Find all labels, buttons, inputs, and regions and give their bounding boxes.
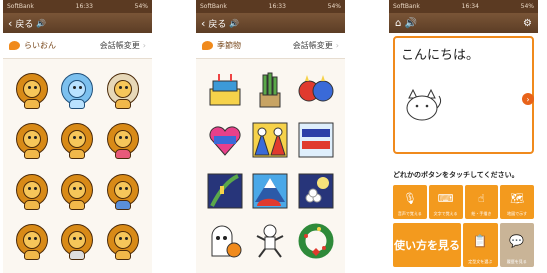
speaker-icon[interactable]: 🔊 <box>36 19 46 28</box>
home-icon[interactable]: ⌂ 🔊 <box>395 18 417 29</box>
stamp-lion-cold[interactable] <box>58 68 98 112</box>
phrase-icon: 📋 <box>472 234 488 248</box>
map-icon: 🗺 <box>510 191 525 205</box>
stamp-lion-cry[interactable] <box>12 169 52 213</box>
phone-screen-home: SoftBank 16:34 54% ⌂ 🔊 ⚙ こんにちは。 › どれかのボタ… <box>389 0 538 273</box>
input-tools: 🎙 音声で覚える ⌨ 文字で覚える ☝ 絵・手描き 🗺 地図で示す <box>393 185 534 219</box>
carrier: SoftBank <box>7 3 34 10</box>
message-text: こんにちは。 <box>401 48 480 63</box>
back-chevron-icon[interactable]: ‹ <box>201 18 205 29</box>
stamp-lion-shocked[interactable] <box>103 68 143 112</box>
nav-bar: ‹ 戻る 🔊 <box>196 13 345 33</box>
stamp-grid <box>3 59 152 268</box>
change-book-button[interactable]: 会話帳変更 <box>100 40 140 51</box>
carrier: SoftBank <box>200 3 227 10</box>
carrier: SoftBank <box>393 3 420 10</box>
stamp-lion-angry[interactable] <box>58 118 98 162</box>
clock: 16:34 <box>461 3 479 10</box>
next-arrow-icon[interactable]: › <box>522 93 534 105</box>
stamp-love-heart[interactable] <box>205 118 245 162</box>
stamp-lion-ok[interactable] <box>103 219 143 263</box>
speaker-icon[interactable]: 🔊 <box>229 19 239 28</box>
phrase-label: 定型文を選ぶ <box>468 259 493 264</box>
keyboard-icon: ⌨ <box>437 191 454 205</box>
battery: 54% <box>134 3 148 10</box>
nav-bar: ‹ 戻る 🔊 <box>3 13 152 33</box>
phone-screen-lion: SoftBank 16:33 54% ‹ 戻る 🔊 らいおん 会話帳変更 › <box>3 0 152 273</box>
history-button[interactable]: 💬 履歴を見る <box>499 223 534 267</box>
stamp-lion-hello[interactable] <box>12 68 52 112</box>
status-bar: SoftBank 16:34 54% <box>389 0 538 13</box>
status-bar: SoftBank 16:33 54% <box>3 0 152 13</box>
bottom-actions: 使い方を見る 📋 定型文を選ぶ 💬 履歴を見る <box>393 223 534 267</box>
phrase-button[interactable]: 📋 定型文を選ぶ <box>463 223 498 267</box>
stamp-birthday[interactable] <box>205 68 245 112</box>
microphone-icon: 🎙 <box>402 191 417 205</box>
history-icon: 💬 <box>509 234 525 248</box>
instruction-text: どれかのボタンをタッチしてください。 <box>393 171 519 179</box>
history-label: 履歴を見る <box>506 259 527 264</box>
category-bar[interactable]: らいおん 会話帳変更 › <box>3 33 152 59</box>
clock: 16:33 <box>268 3 286 10</box>
tool-label: 地図で示す <box>507 211 528 216</box>
tool-label: 絵・手描き <box>471 211 492 216</box>
stamp-koinobori[interactable] <box>296 118 336 162</box>
howto-button[interactable]: 使い方を見る <box>393 223 461 267</box>
stamp-christmas-wreath[interactable] <box>296 219 336 263</box>
category-name: 季節物 <box>217 41 241 50</box>
map-input-button[interactable]: 🗺 地図で示す <box>500 185 534 219</box>
stamp-oni-masks[interactable] <box>296 68 336 112</box>
cat-illustration-icon <box>406 88 442 121</box>
stamp-lion-sleepy[interactable] <box>12 219 52 263</box>
hand-draw-icon: ☝ <box>478 191 485 205</box>
chat-bubble-icon <box>9 41 20 50</box>
category-bar[interactable]: 季節物 会話帳変更 › <box>196 33 345 59</box>
voice-input-button[interactable]: 🎙 音声で覚える <box>393 185 427 219</box>
battery: 54% <box>327 3 341 10</box>
draw-input-button[interactable]: ☝ 絵・手描き <box>464 185 499 219</box>
stamp-lion-sweat[interactable] <box>58 169 98 213</box>
settings-icon[interactable]: ⚙ <box>523 18 532 29</box>
stamp-grid <box>196 59 345 268</box>
chevron-right-icon: › <box>142 41 146 50</box>
stamp-kadomatsu[interactable] <box>251 68 291 112</box>
stamp-hina-dolls[interactable] <box>251 118 291 162</box>
message-board[interactable]: こんにちは。 › <box>393 36 534 154</box>
battery: 54% <box>520 3 534 10</box>
stamp-lion-cheer[interactable] <box>12 118 52 162</box>
chevron-right-icon: › <box>335 41 339 50</box>
category-name: らいおん <box>24 41 56 50</box>
back-chevron-icon[interactable]: ‹ <box>8 18 12 29</box>
stamp-moon-viewing[interactable] <box>296 169 336 213</box>
stamp-sports-day[interactable] <box>251 219 291 263</box>
status-bar: SoftBank 16:33 54% <box>196 0 345 13</box>
stamp-summer-fuji[interactable] <box>251 169 291 213</box>
tool-label: 音声で覚える <box>397 211 422 216</box>
stamp-halloween[interactable] <box>205 219 245 263</box>
back-button[interactable]: 戻る <box>15 17 33 30</box>
phone-screen-season: SoftBank 16:33 54% ‹ 戻る 🔊 季節物 会話帳変更 › <box>196 0 345 273</box>
stamp-tanabata[interactable] <box>205 169 245 213</box>
clock: 16:33 <box>75 3 93 10</box>
text-input-button[interactable]: ⌨ 文字で覚える <box>428 185 463 219</box>
stamp-lion-toilet[interactable] <box>58 219 98 263</box>
home-nav-bar: ⌂ 🔊 ⚙ <box>389 13 538 33</box>
change-book-button[interactable]: 会話帳変更 <box>293 40 333 51</box>
back-button[interactable]: 戻る <box>208 17 226 30</box>
tool-label: 文字で覚える <box>433 211 458 216</box>
chat-bubble-icon <box>202 41 213 50</box>
stamp-lion-love[interactable] <box>103 118 143 162</box>
stamp-lion-reading[interactable] <box>103 169 143 213</box>
